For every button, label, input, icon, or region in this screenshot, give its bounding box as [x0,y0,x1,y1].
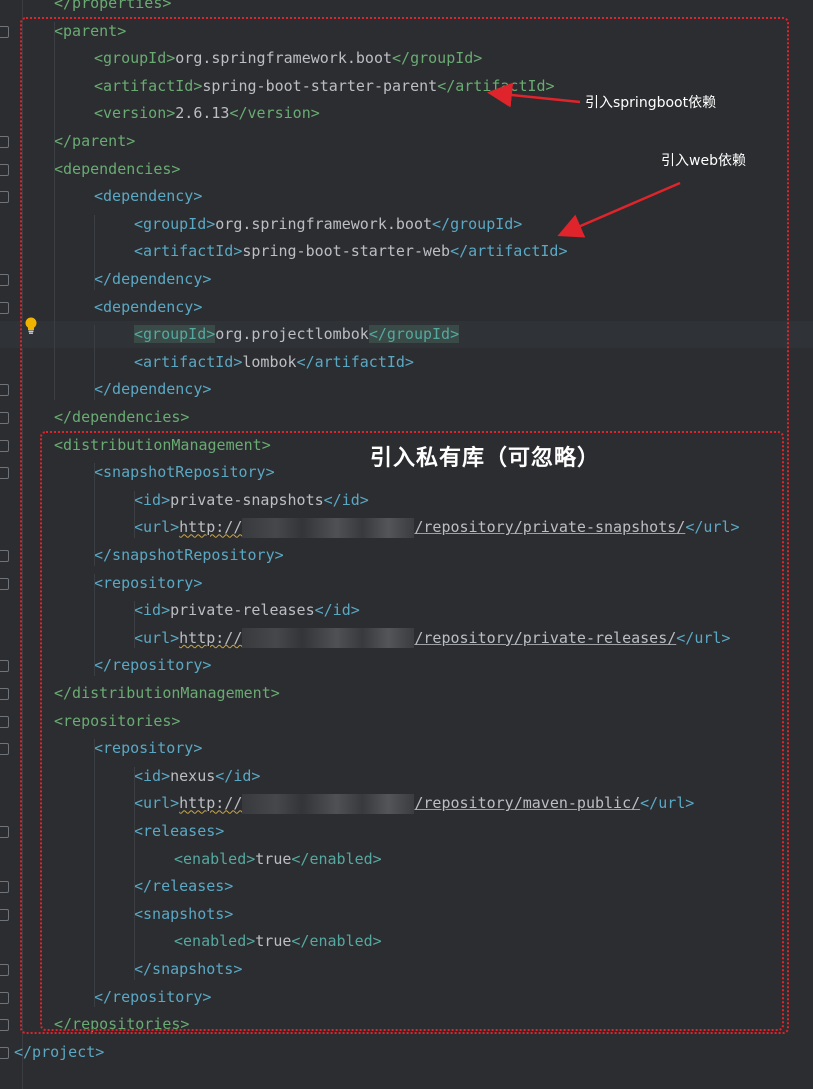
web-note: 引入web依赖 [661,153,746,169]
springboot-note: 引入springboot依赖 [585,95,717,111]
code-editor[interactable]: </properties> <parent> <groupId>org.spring… [0,0,813,1089]
arrow-to-web-dependency [557,181,681,238]
arrow-to-parent-artifact [487,82,581,108]
private-repo-note: 引入私有库（可忽略） [370,446,601,471]
